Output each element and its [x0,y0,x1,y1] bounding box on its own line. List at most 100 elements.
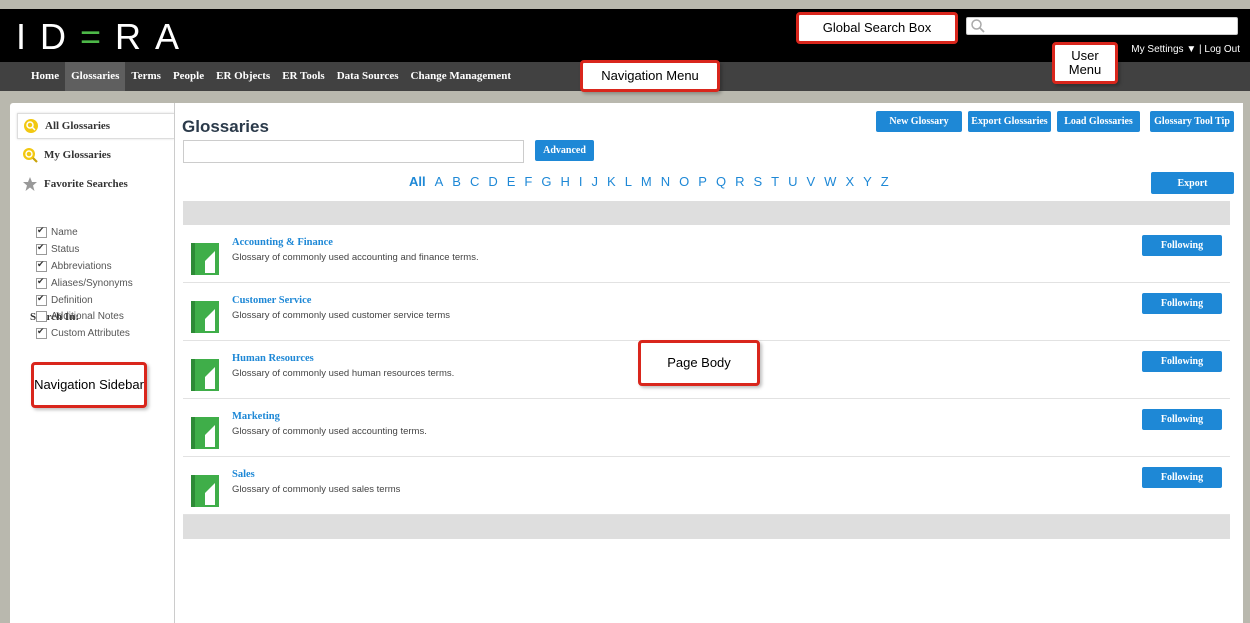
alpha-f[interactable]: F [524,174,532,189]
alpha-m[interactable]: M [641,174,652,189]
definition-checkbox[interactable] [36,293,47,306]
alpha-r[interactable]: R [735,174,744,189]
caret-down-icon[interactable]: ▼ [1186,44,1196,55]
load-glossaries-button[interactable]: Load Glossaries [1057,111,1140,132]
alpha-c[interactable]: C [470,174,479,189]
alpha-s[interactable]: S [753,174,762,189]
name-checkbox[interactable] [36,225,47,238]
glossary-title-link[interactable]: Sales [232,469,255,480]
alpha-n[interactable]: N [661,174,670,189]
nav-terms[interactable]: Terms [125,62,167,91]
glossary-description: Glossary of commonly used customer servi… [232,310,451,321]
following-button[interactable]: Following [1142,351,1222,372]
glossary-description: Glossary of commonly used accounting ter… [232,426,427,437]
glossary-description: Glossary of commonly used human resource… [232,368,455,379]
my-settings-link[interactable]: My Settings [1131,44,1183,55]
advanced-button[interactable]: Advanced [535,140,594,161]
following-button[interactable]: Following [1142,235,1222,256]
glossary-title-link[interactable]: Accounting & Finance [232,237,333,248]
alpha-i[interactable]: I [579,174,583,189]
alpha-y[interactable]: Y [863,174,872,189]
sidebar-item-all-glossaries[interactable]: All Glossaries [17,113,174,139]
checkbox-row-definition: Definition [36,293,93,306]
glossary-book-icon [191,475,219,507]
callout-navigation-sidebar: Navigation Sidebar [31,362,147,408]
glossary-book-icon [191,301,219,333]
glossary-book-icon [191,417,219,449]
export-glossaries-button[interactable]: Export Glossaries [968,111,1051,132]
alpha-e[interactable]: E [507,174,516,189]
idera-logo: ID=RA [16,16,194,57]
checkbox-row-abbreviations: Abbreviations [36,259,112,272]
glossary-row: Marketing Glossary of commonly used acco… [183,399,1230,457]
glossary-row: Sales Glossary of commonly used sales te… [183,457,1230,515]
checkbox-row-name: Name [36,225,78,238]
checkbox-row-custom-attributes: Custom Attributes [36,326,130,339]
additional-notes-checkbox[interactable] [36,311,47,322]
star-icon [23,177,37,191]
alpha-all[interactable]: All [409,174,426,189]
callout-page-body: Page Body [638,340,760,386]
alpha-t[interactable]: T [771,174,779,189]
alpha-g[interactable]: G [541,174,551,189]
alpha-q[interactable]: Q [716,174,726,189]
nav-glossaries[interactable]: Glossaries [65,62,126,91]
following-button[interactable]: Following [1142,293,1222,314]
user-menu-separator: | [1199,44,1202,55]
nav-er-objects[interactable]: ER Objects [210,62,276,91]
alpha-v[interactable]: V [806,174,815,189]
custom-attributes-checkbox[interactable] [36,326,47,339]
glossary-title-link[interactable]: Human Resources [232,353,314,364]
alpha-b[interactable]: B [452,174,461,189]
nav-people[interactable]: People [167,62,210,91]
glossary-title-link[interactable]: Customer Service [232,295,311,306]
nav-data-sources[interactable]: Data Sources [331,62,405,91]
checkbox-row-status: Status [36,242,79,255]
global-search-input[interactable] [966,17,1238,35]
glossary-tool-tip-button[interactable]: Glossary Tool Tip [1150,111,1234,132]
following-button[interactable]: Following [1142,409,1222,430]
alpha-a[interactable]: A [435,174,444,189]
checkbox-row-additional-notes: Additional Notes [36,311,124,322]
alpha-x[interactable]: X [845,174,854,189]
alpha-l[interactable]: L [625,174,632,189]
nav-er-tools[interactable]: ER Tools [276,62,331,91]
logout-link[interactable]: Log Out [1204,44,1240,55]
alpha-p[interactable]: P [698,174,707,189]
user-menu: My Settings ▼ | Log Out [1131,44,1240,55]
alphabet-filter: All A B C D E F G H I J K L M N O P Q R … [409,174,898,189]
alpha-h[interactable]: H [561,174,570,189]
new-glossary-button[interactable]: New Glossary [876,111,962,132]
alpha-z[interactable]: Z [881,174,889,189]
export-button[interactable]: Export [1151,172,1234,194]
nav-home[interactable]: Home [25,62,65,91]
sidebar-item-my-glossaries[interactable]: My Glossaries [17,142,174,168]
page-title: Glossaries [182,117,269,136]
callout-user-menu: User Menu [1052,42,1118,84]
glossary-description: Glossary of commonly used sales terms [232,484,401,495]
magnifier-icon [24,119,38,133]
magnifier-user-icon [23,148,38,163]
alpha-u[interactable]: U [788,174,797,189]
alpha-j[interactable]: J [592,174,599,189]
glossary-row: Customer Service Glossary of commonly us… [183,283,1230,341]
nav-change-management[interactable]: Change Management [405,62,518,91]
glossary-description: Glossary of commonly used accounting and… [232,252,479,263]
glossary-book-icon [191,243,219,275]
abbreviations-checkbox[interactable] [36,259,47,272]
alpha-w[interactable]: W [824,174,836,189]
following-button[interactable]: Following [1142,467,1222,488]
alpha-o[interactable]: O [679,174,689,189]
aliases-synonyms-checkbox[interactable] [36,276,47,289]
table-footer-bar [183,515,1230,539]
glossary-book-icon [191,359,219,391]
sidebar-item-favorite-searches[interactable]: Favorite Searches [17,171,174,197]
checkbox-row-aliases: Aliases/Synonyms [36,276,133,289]
search-icon [971,19,985,33]
alpha-k[interactable]: K [607,174,616,189]
callout-navigation-menu: Navigation Menu [580,60,720,92]
status-checkbox[interactable] [36,242,47,255]
glossary-search-input[interactable] [183,140,524,163]
alpha-d[interactable]: D [488,174,497,189]
glossary-title-link[interactable]: Marketing [232,411,280,422]
